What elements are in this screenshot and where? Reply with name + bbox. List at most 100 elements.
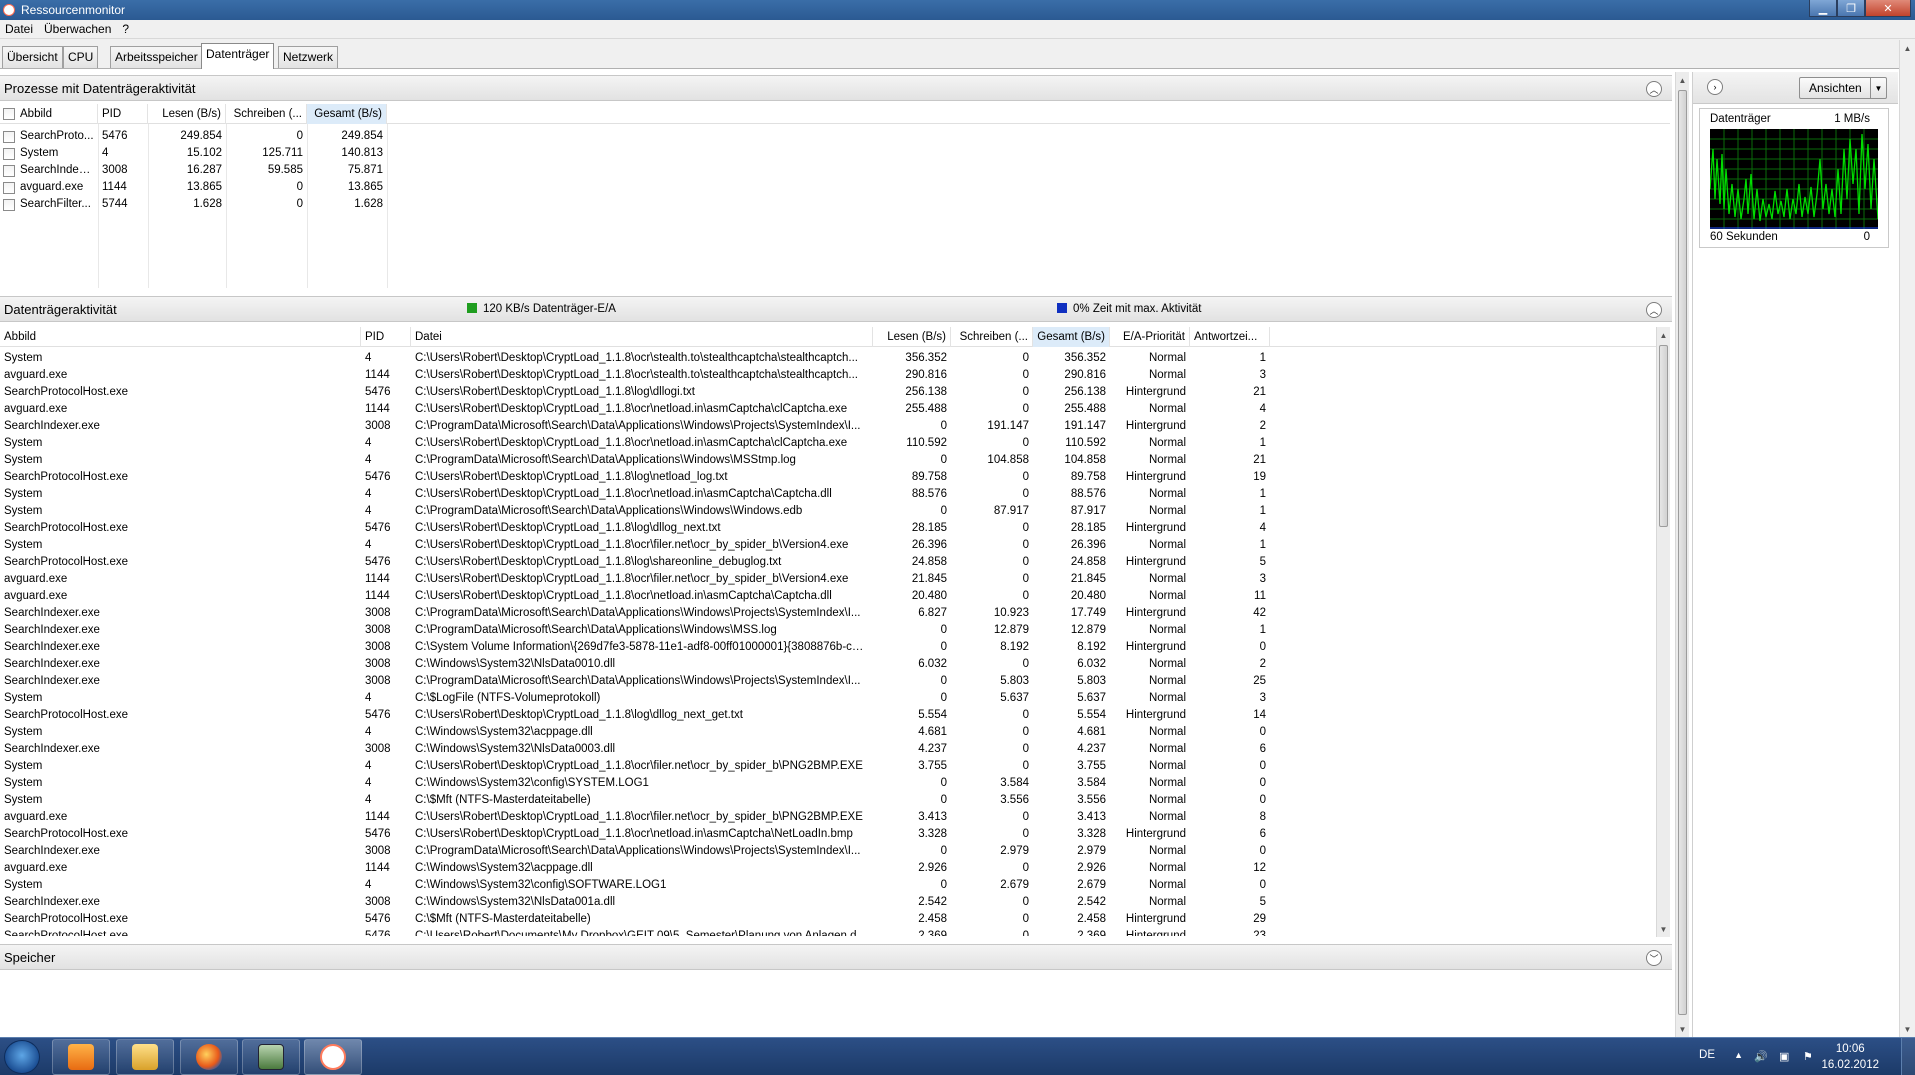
disk-activity-row[interactable]: SearchProtocolHost.exe 5476 C:\Users\Rober…: [0, 469, 1656, 486]
process-checkbox[interactable]: [3, 131, 15, 143]
disk-activity-row[interactable]: avguard.exe 1144 C:\Users\Robert\Desktop\C…: [0, 571, 1656, 588]
scroll-thumb[interactable]: [1659, 345, 1668, 527]
volume-icon[interactable]: 🔊: [1754, 1050, 1768, 1063]
disk-activity-row[interactable]: System 4 C:\Windows\System32\acppage.dll 4.…: [0, 724, 1656, 741]
menu-datei[interactable]: Datei: [0, 22, 39, 36]
disk-activity-row[interactable]: SearchIndexer.exe 3008 C:\ProgramData\Micr…: [0, 622, 1656, 639]
disk-activity-row[interactable]: System 4 C:\$Mft (NTFS-Masterdateitabelle)…: [0, 792, 1656, 809]
menu-ueberwachen[interactable]: Überwachen: [39, 22, 117, 36]
action-center-flag-icon[interactable]: ⚑: [1803, 1050, 1817, 1063]
tab-uebersicht[interactable]: Übersicht: [2, 46, 63, 68]
expand-storage-button[interactable]: ﹀: [1646, 950, 1662, 966]
col-gesamt[interactable]: Gesamt (B/s): [1033, 327, 1110, 347]
tab-arbeitsspeicher[interactable]: Arbeitsspeicher: [110, 46, 203, 68]
disk-activity-row[interactable]: SearchIndexer.exe 3008 C:\Windows\System32…: [0, 894, 1656, 911]
col-datei[interactable]: Datei: [411, 327, 873, 347]
process-row[interactable]: avguard.exe 1144 13.865 0 13.865: [0, 179, 1670, 196]
disk-activity-row[interactable]: avguard.exe 1144 C:\Users\Robert\Desktop\C…: [0, 401, 1656, 418]
taskbar-firefox[interactable]: [180, 1039, 238, 1075]
disk-activity-row[interactable]: SearchProtocolHost.exe 5476 C:\Users\Rober…: [0, 554, 1656, 571]
collapse-graph-panel-button[interactable]: ›: [1707, 79, 1723, 95]
col-ea-prioritaet[interactable]: E/A-Priorität: [1110, 327, 1190, 347]
disk-activity-row[interactable]: SearchIndexer.exe 3008 C:\System Volume In…: [0, 639, 1656, 656]
collapse-disk-activity-button[interactable]: ︿: [1646, 302, 1662, 318]
col-gesamt[interactable]: Gesamt (B/s): [307, 104, 387, 124]
show-desktop-button[interactable]: [1901, 1038, 1915, 1075]
disk-activity-row[interactable]: System 4 C:\ProgramData\Microsoft\Search\D…: [0, 503, 1656, 520]
col-lesen[interactable]: Lesen (B/s): [148, 104, 226, 124]
clock[interactable]: 10:06 16.02.2012: [1821, 1041, 1879, 1073]
maximize-button[interactable]: ❐: [1837, 0, 1865, 17]
taskbar-resource-monitor[interactable]: [304, 1039, 362, 1075]
language-indicator[interactable]: DE: [1699, 1049, 1715, 1061]
disk-activity-row[interactable]: SearchProtocolHost.exe 5476 C:\Users\Rober…: [0, 520, 1656, 537]
tab-cpu[interactable]: CPU: [63, 46, 99, 68]
process-row[interactable]: SearchIndex... 3008 16.287 59.585 75.871: [0, 162, 1670, 179]
disk-activity-row[interactable]: SearchIndexer.exe 3008 C:\ProgramData\Micr…: [0, 673, 1656, 690]
views-dropdown-arrow-icon[interactable]: ▼: [1870, 78, 1886, 98]
close-button[interactable]: ✕: [1865, 0, 1911, 17]
col-pid[interactable]: PID: [361, 327, 411, 347]
disk-activity-row[interactable]: SearchProtocolHost.exe 5476 C:\$Mft (NTFS-…: [0, 911, 1656, 928]
select-all-processes-checkbox[interactable]: [3, 108, 15, 120]
disk-activity-scrollbar[interactable]: ▲ ▼: [1656, 327, 1670, 937]
outer-scrollbar[interactable]: ▲ ▼: [1899, 40, 1915, 1037]
main-scrollbar[interactable]: ▲ ▼: [1675, 72, 1689, 1037]
tab-netzwerk[interactable]: Netzwerk: [278, 46, 339, 68]
storage-section-header[interactable]: Speicher ﹀: [0, 944, 1672, 970]
disk-activity-row[interactable]: SearchIndexer.exe 3008 C:\Windows\System32…: [0, 656, 1656, 673]
col-antwortzeit[interactable]: Antwortzei...: [1190, 327, 1270, 347]
disk-activity-row[interactable]: SearchIndexer.exe 3008 C:\ProgramData\Micr…: [0, 605, 1656, 622]
taskbar-explorer[interactable]: [116, 1039, 174, 1075]
process-checkbox[interactable]: [3, 165, 15, 177]
disk-activity-row[interactable]: System 4 C:\Windows\System32\config\SYSTEM…: [0, 775, 1656, 792]
disk-activity-row[interactable]: SearchProtocolHost.exe 5476 C:\Users\Rober…: [0, 928, 1656, 936]
disk-activity-row[interactable]: avguard.exe 1144 C:\Windows\System32\acppa…: [0, 860, 1656, 877]
scroll-down-arrow[interactable]: ▼: [1657, 921, 1670, 937]
scroll-up-arrow[interactable]: ▲: [1657, 327, 1670, 343]
process-row[interactable]: SearchProto... 5476 249.854 0 249.854: [0, 128, 1670, 145]
disk-activity-row[interactable]: System 4 C:\ProgramData\Microsoft\Search\D…: [0, 452, 1656, 469]
disk-activity-row[interactable]: SearchIndexer.exe 3008 C:\Windows\System32…: [0, 741, 1656, 758]
disk-activity-row[interactable]: System 4 C:\Users\Robert\Desktop\CryptLoad…: [0, 537, 1656, 554]
disk-activity-row[interactable]: System 4 C:\$LogFile (NTFS-Volumeprotokoll…: [0, 690, 1656, 707]
disk-activity-row[interactable]: avguard.exe 1144 C:\Users\Robert\Desktop\C…: [0, 809, 1656, 826]
disk-activity-row[interactable]: SearchProtocolHost.exe 5476 C:\Users\Rober…: [0, 384, 1656, 401]
disk-activity-row[interactable]: avguard.exe 1144 C:\Users\Robert\Desktop\C…: [0, 367, 1656, 384]
taskbar-media-player[interactable]: [52, 1039, 110, 1075]
col-pid[interactable]: PID: [98, 104, 148, 124]
tab-datentraeger[interactable]: Datenträger: [201, 43, 275, 69]
disk-activity-section-header[interactable]: Datenträgeraktivität 120 KB/s Datenträge…: [0, 296, 1672, 322]
col-abbild[interactable]: Abbild: [0, 327, 361, 347]
taskbar-task-manager[interactable]: [242, 1039, 300, 1075]
start-button[interactable]: [4, 1040, 40, 1074]
collapse-processes-button[interactable]: ︿: [1646, 81, 1662, 97]
network-icon[interactable]: ▣: [1779, 1050, 1793, 1063]
disk-activity-row[interactable]: System 4 C:\Windows\System32\config\SOFTWA…: [0, 877, 1656, 894]
show-hidden-icons-icon[interactable]: ▲: [1734, 1050, 1743, 1060]
col-lesen[interactable]: Lesen (B/s): [873, 327, 951, 347]
main-scroll-thumb[interactable]: [1678, 90, 1687, 1015]
col-schreiben[interactable]: Schreiben (...: [951, 327, 1033, 347]
disk-activity-row[interactable]: System 4 C:\Users\Robert\Desktop\CryptLoad…: [0, 486, 1656, 503]
processes-section-header[interactable]: Prozesse mit Datenträgeraktivität ︿: [0, 75, 1672, 101]
disk-activity-row[interactable]: SearchProtocolHost.exe 5476 C:\Users\Rober…: [0, 826, 1656, 843]
main-scroll-up-arrow[interactable]: ▲: [1676, 72, 1689, 88]
disk-activity-row[interactable]: System 4 C:\Users\Robert\Desktop\CryptLoad…: [0, 758, 1656, 775]
disk-activity-row[interactable]: System 4 C:\Users\Robert\Desktop\CryptLoad…: [0, 350, 1656, 367]
disk-activity-row[interactable]: avguard.exe 1144 C:\Users\Robert\Desktop\C…: [0, 588, 1656, 605]
window-title-bar[interactable]: Ressourcenmonitor ▁ ❐ ✕: [0, 0, 1915, 20]
menu-help[interactable]: ?: [117, 22, 135, 36]
disk-activity-row[interactable]: SearchIndexer.exe 3008 C:\ProgramData\Micr…: [0, 418, 1656, 435]
process-checkbox[interactable]: [3, 148, 15, 160]
views-dropdown[interactable]: Ansichten ▼: [1799, 77, 1887, 99]
process-checkbox[interactable]: [3, 199, 15, 211]
disk-activity-row[interactable]: SearchProtocolHost.exe 5476 C:\Users\Rober…: [0, 707, 1656, 724]
minimize-button[interactable]: ▁: [1809, 0, 1837, 17]
process-row[interactable]: SearchFilter... 5744 1.628 0 1.628: [0, 196, 1670, 213]
outer-scroll-up-arrow[interactable]: ▲: [1900, 40, 1915, 56]
col-schreiben[interactable]: Schreiben (...: [226, 104, 307, 124]
outer-scroll-down-arrow[interactable]: ▼: [1900, 1021, 1915, 1037]
disk-activity-row[interactable]: SearchIndexer.exe 3008 C:\ProgramData\Micr…: [0, 843, 1656, 860]
process-row[interactable]: System 4 15.102 125.711 140.813: [0, 145, 1670, 162]
